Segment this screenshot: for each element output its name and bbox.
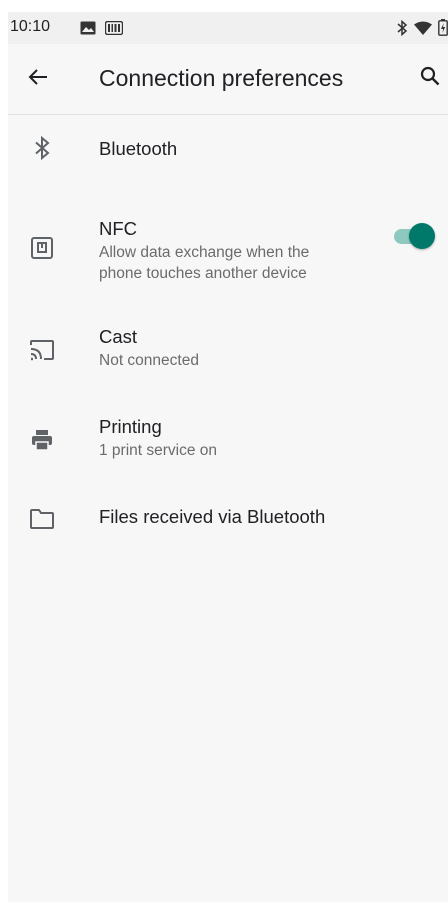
bluetooth-icon (28, 134, 56, 162)
back-button[interactable] (24, 65, 52, 93)
list-item-bluetooth[interactable]: Bluetooth (8, 114, 448, 184)
item-title: NFC (99, 218, 138, 239)
item-subtitle: 1 print service on (99, 442, 218, 459)
list-item-nfc[interactable]: NFC Allow data exchange when the phone t… (8, 196, 448, 296)
image-icon (80, 21, 96, 40)
item-title: Files received via Bluetooth (99, 506, 326, 527)
status-time: 10:10 (10, 18, 51, 35)
toggle-thumb (409, 223, 435, 249)
item-subtitle: Not connected (99, 352, 199, 369)
search-icon (420, 66, 440, 91)
list-item-cast[interactable]: Cast Not connected (8, 309, 448, 387)
nfc-icon (28, 234, 56, 262)
item-title: Cast (99, 326, 138, 347)
list-item-printing[interactable]: Printing 1 print service on (8, 399, 448, 477)
battery-icon (438, 19, 448, 41)
arrow-back-icon (28, 67, 48, 92)
item-title: Printing (99, 416, 162, 437)
item-title: Bluetooth (99, 138, 178, 159)
barcode-icon (104, 20, 124, 40)
list-item-files-received[interactable]: Files received via Bluetooth (8, 487, 448, 557)
screen: 10:10 Connection preferences Bluetooth N… (8, 12, 448, 902)
app-bar: Connection preferences (8, 44, 448, 115)
nfc-toggle[interactable] (394, 222, 436, 250)
wifi-icon (414, 21, 432, 40)
status-bar: 10:10 (8, 12, 448, 44)
item-subtitle: Allow data exchange when the phone touch… (99, 244, 310, 282)
folder-icon (28, 505, 56, 533)
page-title: Connection preferences (99, 65, 344, 91)
cast-icon (28, 336, 56, 364)
status-icons (396, 19, 448, 41)
search-button[interactable] (416, 64, 444, 92)
device-frame: 10:10 Connection preferences Bluetooth N… (0, 0, 448, 902)
bluetooth-icon (396, 19, 408, 41)
print-icon (28, 426, 56, 454)
